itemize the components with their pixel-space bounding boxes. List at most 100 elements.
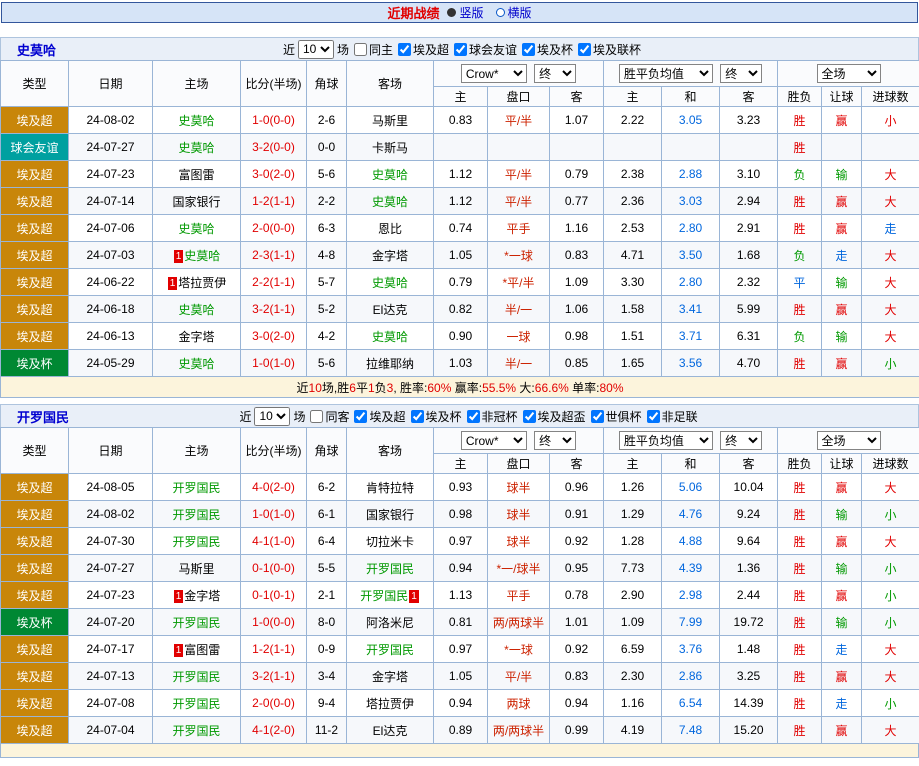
league-filter-checkbox[interactable]: 非冠杯 [467,408,518,425]
home-team[interactable]: 史莫哈 [153,215,241,242]
red-card-badge: 1 [409,590,419,603]
league-cell: 埃及超 [1,323,69,350]
odds-header: Crow* 终 [434,61,604,87]
home-team[interactable]: 金字塔 [153,323,241,350]
league-filter-checkbox[interactable]: 埃及超 [398,41,449,58]
handicap-cell: 一球 [488,323,550,350]
home-team[interactable]: 史莫哈 [153,107,241,134]
home-team[interactable]: 开罗国民 [153,690,241,717]
league-cell: 埃及超 [1,242,69,269]
red-card-badge: 1 [168,277,178,290]
away-team[interactable]: 史莫哈 [347,323,434,350]
fulltime-select[interactable]: 全场 [817,64,881,83]
same-venue-checkbox[interactable]: 同客 [310,408,349,425]
match-count-select[interactable]: 10 [254,407,290,426]
league-filter-checkbox[interactable]: 埃及杯 [411,408,462,425]
goals-result-cell: 大 [862,528,919,555]
away-team[interactable]: El达克 [347,296,434,323]
odds-final-select[interactable]: 终 [534,64,576,83]
avg-final-select[interactable]: 终 [720,64,762,83]
bookmaker-select[interactable]: Crow* [461,64,527,83]
away-odds-cell: 0.92 [550,636,604,663]
odds-final-select[interactable]: 终 [534,431,576,450]
avg-draw-cell: 2.88 [662,161,720,188]
goals-result-cell: 大 [862,161,919,188]
home-team[interactable]: 马斯里 [153,555,241,582]
score-cell: 1-0(1-0) [241,501,307,528]
away-odds-cell: 1.09 [550,269,604,296]
score-cell: 1-0(1-0) [241,350,307,377]
avg-select[interactable]: 胜平负均值 [619,431,713,450]
home-team[interactable]: 开罗国民 [153,609,241,636]
away-team[interactable]: 史莫哈 [347,188,434,215]
result-cell: 胜 [778,501,822,528]
radio-horizontal[interactable]: 横版 [496,4,532,21]
avg-final-select[interactable]: 终 [720,431,762,450]
away-team[interactable]: 金字塔 [347,663,434,690]
match-count-select[interactable]: 10 [298,40,334,59]
away-team[interactable]: El达克 [347,717,434,744]
home-team[interactable]: 富图雷 [153,161,241,188]
league-cell: 埃及超 [1,690,69,717]
away-team[interactable]: 开罗国民1 [347,582,434,609]
radio-horizontal-icon[interactable] [496,8,505,17]
away-team[interactable]: 金字塔 [347,242,434,269]
league-filter-checkbox[interactable]: 世俱杯 [591,408,642,425]
col-avg-away: 客 [720,454,778,474]
home-team[interactable]: 开罗国民 [153,717,241,744]
league-filter-checkbox[interactable]: 埃及超 [354,408,405,425]
team-name: 开罗国民 [17,407,69,426]
score-cell: 1-0(0-0) [241,107,307,134]
away-team[interactable]: 恩比 [347,215,434,242]
match-row: 埃及超24-06-18史莫哈3-2(1-1)5-2El达克0.82半/一1.06… [1,296,919,323]
league-filter-checkbox[interactable]: 埃及联杯 [578,41,641,58]
away-team[interactable]: 史莫哈 [347,269,434,296]
fulltime-select[interactable]: 全场 [817,431,881,450]
home-odds-cell: 0.89 [434,717,488,744]
league-filter-checkbox[interactable]: 埃及杯 [522,41,573,58]
away-team[interactable]: 开罗国民 [347,636,434,663]
league-filter-checkbox[interactable]: 球会友谊 [454,41,517,58]
home-team[interactable]: 史莫哈 [153,134,241,161]
away-team[interactable]: 阿洛米尼 [347,609,434,636]
home-team[interactable]: 开罗国民 [153,474,241,501]
league-filter-checkbox[interactable]: 埃及超盃 [523,408,586,425]
away-odds-cell: 0.99 [550,717,604,744]
home-team[interactable]: 开罗国民 [153,663,241,690]
team-name: 史莫哈 [17,40,56,59]
same-venue-checkbox[interactable]: 同主 [354,41,393,58]
away-team[interactable]: 史莫哈 [347,161,434,188]
away-team[interactable]: 马斯里 [347,107,434,134]
match-row: 埃及超24-07-14国家银行1-2(1-1)2-2史莫哈1.12平/半0.77… [1,188,919,215]
bookmaker-select[interactable]: Crow* [461,431,527,450]
radio-vertical[interactable]: 竖版 [447,4,483,21]
away-team[interactable]: 国家银行 [347,501,434,528]
let-result-cell: 输 [822,609,862,636]
away-team[interactable]: 塔拉贾伊 [347,690,434,717]
date-cell: 24-07-27 [69,555,153,582]
away-team[interactable]: 肯特拉特 [347,474,434,501]
home-team[interactable]: 1金字塔 [153,582,241,609]
matches-table-ahly: 类型 日期 主场 比分(半场) 角球 客场 Crow* 终 胜平负均值 终 全场… [0,427,919,744]
away-team[interactable]: 卡斯马 [347,134,434,161]
league-filter-checkbox[interactable]: 非足联 [647,408,698,425]
home-team[interactable]: 开罗国民 [153,528,241,555]
away-team[interactable]: 拉维耶纳 [347,350,434,377]
radio-vertical-icon[interactable] [447,8,456,17]
corner-cell: 6-3 [307,215,347,242]
home-team[interactable]: 1富图雷 [153,636,241,663]
score-cell: 2-0(0-0) [241,690,307,717]
home-team[interactable]: 国家银行 [153,188,241,215]
result-cell: 负 [778,323,822,350]
corner-cell: 0-0 [307,134,347,161]
home-team[interactable]: 史莫哈 [153,296,241,323]
home-team[interactable]: 1史莫哈 [153,242,241,269]
corner-cell: 5-7 [307,269,347,296]
home-team[interactable]: 开罗国民 [153,501,241,528]
away-team[interactable]: 开罗国民 [347,555,434,582]
avg-select[interactable]: 胜平负均值 [619,64,713,83]
away-team[interactable]: 切拉米卡 [347,528,434,555]
home-team[interactable]: 史莫哈 [153,350,241,377]
league-cell: 埃及超 [1,215,69,242]
home-team[interactable]: 1塔拉贾伊 [153,269,241,296]
